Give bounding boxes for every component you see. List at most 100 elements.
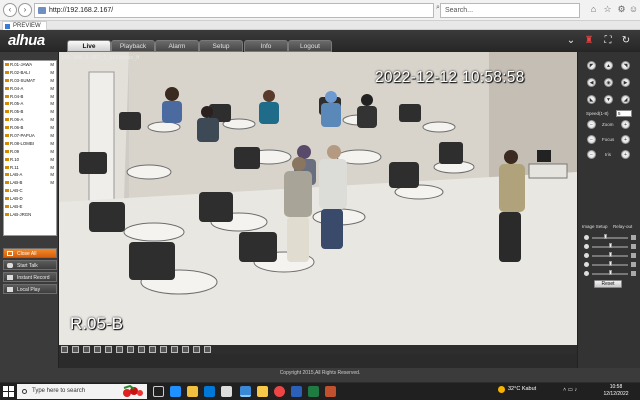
list-item[interactable]: R.02-BALI M bbox=[4, 69, 56, 77]
tab-relay-out[interactable]: Relay-out bbox=[613, 223, 632, 230]
live-video-feed[interactable]: 192.168.2.167_7_1111bbps_H 2022-12-12 10… bbox=[59, 52, 577, 345]
list-item[interactable]: R.01-JAWA M bbox=[4, 61, 56, 69]
ptz-down-icon[interactable]: ▼ bbox=[604, 95, 613, 104]
list-item[interactable]: R.09 M bbox=[4, 148, 56, 156]
home-icon[interactable]: ⌂ bbox=[588, 4, 599, 15]
volume-icon[interactable]: ♪ bbox=[574, 387, 577, 393]
focus-in-icon[interactable]: + bbox=[621, 135, 630, 144]
tab-info[interactable]: Info bbox=[244, 40, 288, 52]
file-explorer-icon[interactable] bbox=[187, 386, 198, 397]
saturation-slider[interactable] bbox=[584, 252, 636, 259]
edge-icon[interactable] bbox=[170, 386, 181, 397]
fullscreen-video-icon[interactable] bbox=[204, 346, 211, 353]
focus-out-icon[interactable]: − bbox=[587, 135, 596, 144]
ptz-down-left-icon[interactable]: ◣ bbox=[587, 95, 596, 104]
powerpoint-icon[interactable] bbox=[325, 386, 336, 397]
list-item[interactable]: LAB-C bbox=[4, 187, 56, 195]
list-item[interactable]: R.05-A M bbox=[4, 100, 56, 108]
slider-knob[interactable] bbox=[609, 261, 612, 266]
user-icon[interactable]: ♜ bbox=[582, 34, 596, 48]
zoom-out-icon[interactable]: − bbox=[587, 120, 596, 129]
start-talk-button[interactable]: Start Talk bbox=[3, 260, 57, 270]
ptz-right-icon[interactable]: ▶ bbox=[621, 78, 630, 87]
layout-6-icon[interactable] bbox=[83, 346, 90, 353]
layout-1-icon[interactable] bbox=[61, 346, 68, 353]
layout-16-icon[interactable] bbox=[127, 346, 134, 353]
layout-9-icon[interactable] bbox=[105, 346, 112, 353]
forward-icon[interactable]: › bbox=[18, 3, 32, 17]
slider-knob[interactable] bbox=[609, 243, 612, 248]
tab-alarm[interactable]: Alarm bbox=[155, 40, 199, 52]
tab-logout[interactable]: Logout bbox=[288, 40, 332, 52]
list-item[interactable]: LAB-B M bbox=[4, 179, 56, 187]
list-item[interactable]: R.03-SUMAT M bbox=[4, 77, 56, 85]
audio-icon[interactable] bbox=[193, 346, 200, 353]
zoom-in-icon[interactable]: + bbox=[621, 120, 630, 129]
list-item[interactable]: LAB-A M bbox=[4, 171, 56, 179]
layout-4-icon[interactable] bbox=[72, 346, 79, 353]
reset-button[interactable]: Reset bbox=[594, 280, 622, 288]
local-play-button[interactable]: Local Play bbox=[3, 284, 57, 294]
ptz-up-left-icon[interactable]: ◤ bbox=[587, 61, 596, 70]
system-tray[interactable]: ˄ ▭ ♪ bbox=[563, 387, 593, 395]
layout-36-icon[interactable] bbox=[160, 346, 167, 353]
speed-select[interactable]: 5 bbox=[616, 110, 632, 117]
snapshot-icon[interactable] bbox=[171, 346, 178, 353]
chrome-icon[interactable] bbox=[274, 386, 285, 397]
instant-record-button[interactable]: Instant Record bbox=[3, 272, 57, 282]
list-item[interactable]: R.05-B M bbox=[4, 108, 56, 116]
layout-20-icon[interactable] bbox=[138, 346, 145, 353]
list-item[interactable]: R.07-PAPUA M bbox=[4, 132, 56, 140]
sharpness-slider[interactable] bbox=[584, 270, 636, 277]
hue-slider[interactable] bbox=[584, 261, 636, 268]
contrast-slider[interactable] bbox=[584, 243, 636, 250]
smiley-icon[interactable]: ☺ bbox=[628, 4, 639, 15]
chevron-up-icon[interactable]: ˄ bbox=[563, 387, 566, 393]
mail-icon[interactable] bbox=[221, 386, 232, 397]
record-toggle-icon[interactable] bbox=[182, 346, 189, 353]
excel-icon[interactable] bbox=[308, 386, 319, 397]
list-item[interactable]: R.06-A M bbox=[4, 116, 56, 124]
slider-knob[interactable] bbox=[603, 234, 607, 239]
slider-knob[interactable] bbox=[609, 270, 612, 275]
weather-widget[interactable]: 32°C Kabut bbox=[498, 386, 536, 393]
layout-25-icon[interactable] bbox=[149, 346, 156, 353]
iris-open-icon[interactable]: + bbox=[621, 150, 630, 159]
layout-13-icon[interactable] bbox=[116, 346, 123, 353]
list-item[interactable]: R.11 M bbox=[4, 164, 56, 172]
refresh-icon[interactable]: ↻ bbox=[619, 34, 633, 48]
settings-gear-icon[interactable]: ⚙ bbox=[616, 4, 627, 15]
list-item[interactable]: R.10 M bbox=[4, 156, 56, 164]
tab-image-setup[interactable]: Image Setup bbox=[582, 223, 608, 230]
browser-search-input[interactable]: Search... bbox=[440, 3, 580, 18]
fullscreen-icon[interactable]: ⛶ bbox=[601, 34, 615, 48]
internet-explorer-icon[interactable] bbox=[240, 386, 251, 397]
favorites-star-icon[interactable]: ☆ bbox=[602, 4, 613, 15]
ptz-up-icon[interactable]: ▲ bbox=[604, 61, 613, 70]
list-item[interactable]: LAB-JRGN bbox=[4, 211, 56, 219]
list-item[interactable]: LAB-D bbox=[4, 195, 56, 203]
chevron-down-icon[interactable]: ⌄ bbox=[564, 34, 578, 48]
folder-icon[interactable] bbox=[257, 386, 268, 397]
ptz-down-right-icon[interactable]: ◢ bbox=[621, 95, 630, 104]
layout-8-icon[interactable] bbox=[94, 346, 101, 353]
slider-knob[interactable] bbox=[609, 252, 612, 257]
browser-tab-preview[interactable]: PREVIEW bbox=[2, 21, 47, 30]
ptz-up-right-icon[interactable]: ◥ bbox=[621, 61, 630, 70]
list-item[interactable]: LAB-E bbox=[4, 203, 56, 211]
brightness-slider[interactable] bbox=[584, 234, 636, 241]
list-item[interactable]: R.04-B M bbox=[4, 93, 56, 101]
tab-playback[interactable]: Playback bbox=[111, 40, 155, 52]
tab-setup[interactable]: Setup bbox=[199, 40, 243, 52]
list-item[interactable]: R.04-A M bbox=[4, 85, 56, 93]
ptz-center-icon[interactable]: ◉ bbox=[604, 78, 613, 87]
list-item[interactable]: R.08-LOMBI M bbox=[4, 140, 56, 148]
iris-close-icon[interactable]: − bbox=[587, 150, 596, 159]
network-icon[interactable]: ▭ bbox=[568, 387, 573, 393]
back-icon[interactable]: ‹ bbox=[3, 3, 17, 17]
address-bar[interactable]: http://192.168.2.167/ bbox=[34, 3, 434, 18]
store-icon[interactable] bbox=[204, 386, 215, 397]
taskbar-clock[interactable]: 10:58 12/12/2022 bbox=[598, 384, 634, 397]
word-icon[interactable] bbox=[291, 386, 302, 397]
close-all-button[interactable]: Close All bbox=[3, 248, 57, 258]
